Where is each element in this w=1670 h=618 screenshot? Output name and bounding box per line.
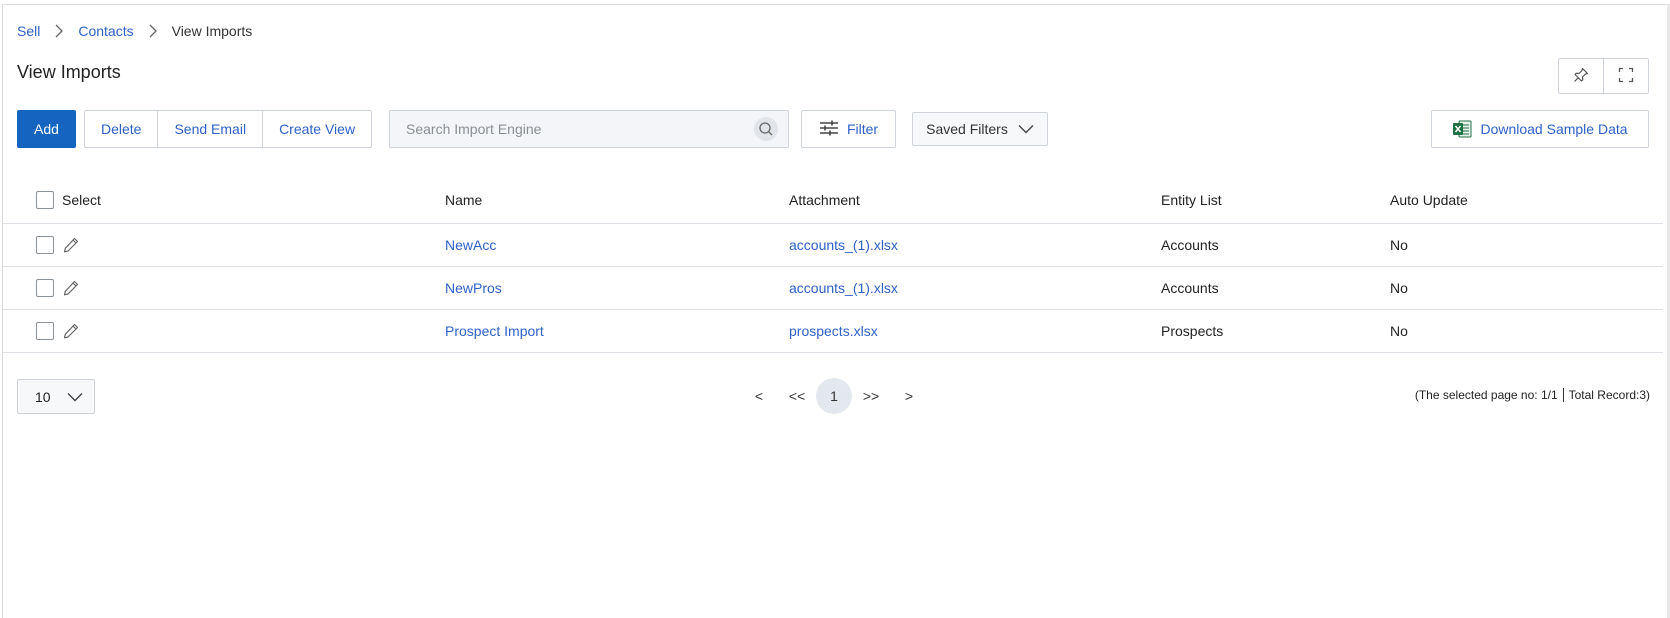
excel-icon	[1452, 119, 1472, 139]
fullscreen-button[interactable]	[1603, 59, 1648, 93]
header-select-cell: Select	[3, 190, 445, 209]
row-checkbox[interactable]	[36, 322, 54, 340]
search-icon[interactable]	[754, 117, 778, 141]
delete-button[interactable]: Delete	[85, 111, 157, 147]
breadcrumb: Sell Contacts View Imports	[17, 22, 252, 40]
pagination: < << 1 >> >	[740, 378, 928, 414]
chevron-right-icon	[40, 24, 78, 38]
import-name-link[interactable]: NewAcc	[445, 237, 496, 253]
header-attachment: Attachment	[789, 191, 860, 208]
first-page-button[interactable]: <<	[778, 378, 816, 414]
fullscreen-icon	[1618, 67, 1634, 86]
saved-filters-dropdown[interactable]: Saved Filters	[912, 112, 1048, 146]
attachment-link[interactable]: accounts_(1).xlsx	[789, 280, 898, 296]
chevron-right-icon	[134, 24, 172, 38]
import-name-link[interactable]: Prospect Import	[445, 323, 544, 339]
last-page-button[interactable]: >>	[852, 378, 890, 414]
imports-table: Select Name Attachment Entity List Auto …	[3, 176, 1663, 353]
entity-cell: Accounts	[1161, 237, 1219, 253]
auto-update-cell: No	[1390, 237, 1408, 253]
send-email-button[interactable]: Send Email	[157, 111, 262, 147]
select-all-checkbox[interactable]	[36, 190, 54, 209]
action-button-group: Delete Send Email Create View	[84, 110, 373, 148]
chevron-down-icon	[67, 389, 83, 405]
pencil-icon[interactable]	[62, 279, 80, 297]
view-tools	[1558, 58, 1649, 94]
header-auto-update: Auto Update	[1390, 191, 1468, 208]
sliders-icon	[819, 119, 839, 140]
table-row: NewPros accounts_(1).xlsx Accounts No	[3, 267, 1663, 310]
table-header: Select Name Attachment Entity List Auto …	[3, 176, 1663, 224]
search-input[interactable]	[390, 111, 754, 147]
total-info: Total Record:3)	[1568, 388, 1650, 402]
breadcrumb-contacts[interactable]: Contacts	[78, 23, 133, 39]
page-title: View Imports	[17, 62, 121, 82]
record-info: (The selected page no: 1/1 Total Record:…	[1415, 388, 1650, 402]
header-select: Select	[62, 191, 101, 208]
saved-filters-label: Saved Filters	[926, 121, 1008, 137]
auto-update-cell: No	[1390, 280, 1408, 296]
current-page-button[interactable]: 1	[816, 378, 852, 414]
row-checkbox[interactable]	[36, 279, 54, 297]
attachment-link[interactable]: prospects.xlsx	[789, 323, 878, 339]
entity-cell: Prospects	[1161, 323, 1224, 339]
download-sample-data-button[interactable]: Download Sample Data	[1431, 110, 1649, 148]
row-select-cell	[3, 236, 445, 254]
header-name: Name	[445, 191, 483, 208]
pin-icon	[1573, 67, 1589, 86]
row-select-cell	[3, 279, 445, 297]
create-view-button[interactable]: Create View	[262, 111, 371, 147]
import-name-link[interactable]: NewPros	[445, 280, 502, 296]
table-row: NewAcc accounts_(1).xlsx Accounts No	[3, 224, 1663, 267]
search-box	[389, 110, 789, 148]
attachment-link[interactable]: accounts_(1).xlsx	[789, 237, 898, 253]
pencil-icon[interactable]	[62, 322, 80, 340]
filter-label: Filter	[846, 121, 879, 137]
chevron-down-icon	[1018, 121, 1034, 137]
page-info: (The selected page no: 1/1	[1414, 388, 1558, 402]
pin-button[interactable]	[1559, 59, 1603, 93]
page-size-value: 10	[35, 388, 51, 405]
next-page-button[interactable]: >	[890, 378, 928, 414]
row-select-cell	[3, 322, 445, 340]
breadcrumb-sell[interactable]: Sell	[17, 23, 40, 39]
table-row: Prospect Import prospects.xlsx Prospects…	[3, 310, 1663, 353]
pencil-icon[interactable]	[62, 236, 80, 254]
record-info-divider	[1562, 388, 1564, 402]
filter-button[interactable]: Filter	[801, 110, 896, 148]
prev-page-button[interactable]: <	[740, 378, 778, 414]
row-checkbox[interactable]	[36, 236, 54, 254]
download-label: Download Sample Data	[1480, 121, 1628, 137]
entity-cell: Accounts	[1161, 280, 1219, 296]
breadcrumb-current: View Imports	[171, 23, 253, 39]
header-entity-list: Entity List	[1161, 191, 1222, 208]
add-button[interactable]: Add	[17, 110, 76, 148]
auto-update-cell: No	[1390, 323, 1408, 339]
page-size-select[interactable]: 10	[17, 379, 95, 414]
